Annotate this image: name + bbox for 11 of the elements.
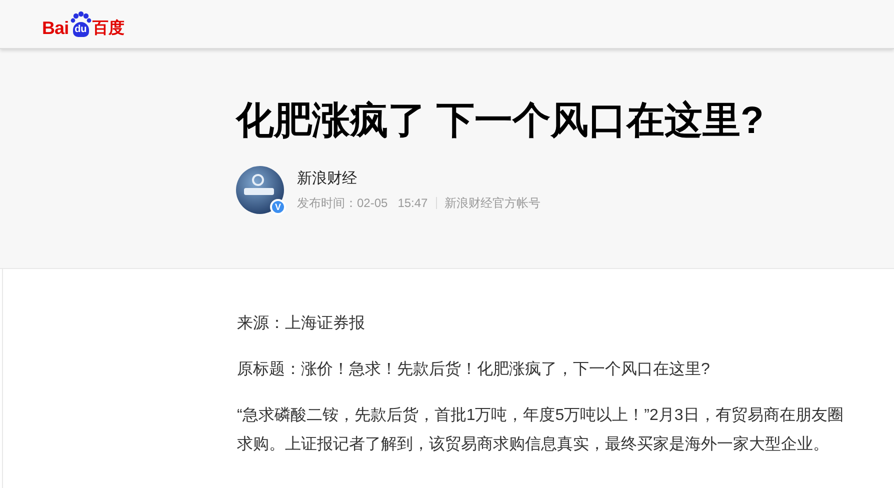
article-title: 化肥涨疯了 下一个风口在这里? [236,99,765,144]
baidu-logo[interactable]: Bai du 百度 [42,11,125,37]
author-name[interactable]: 新浪财经 [297,169,541,189]
article-paragraph: “急求磷酸二铵，先款后货，首批1万吨，年度5万吨以上！”2月3日，有贸易商在朋友圈求购。上证报记者了解到，该贸易商求购信息真实，最终买家是海外一家大型企业。 [237,406,844,455]
verified-badge: V [270,199,286,215]
publish-time: 15:47 [398,195,428,211]
account-type: 新浪财经官方帐号 [444,195,541,211]
avatar-icon [236,166,284,214]
article-paragraph: 来源：上海证券报 [237,314,366,334]
article-paragraph: 原标题：涨价！急求！先款后货！化肥涨疯了，下一个风口在这里? [237,360,711,380]
publish-date: 发布时间：02-05 [297,195,388,211]
